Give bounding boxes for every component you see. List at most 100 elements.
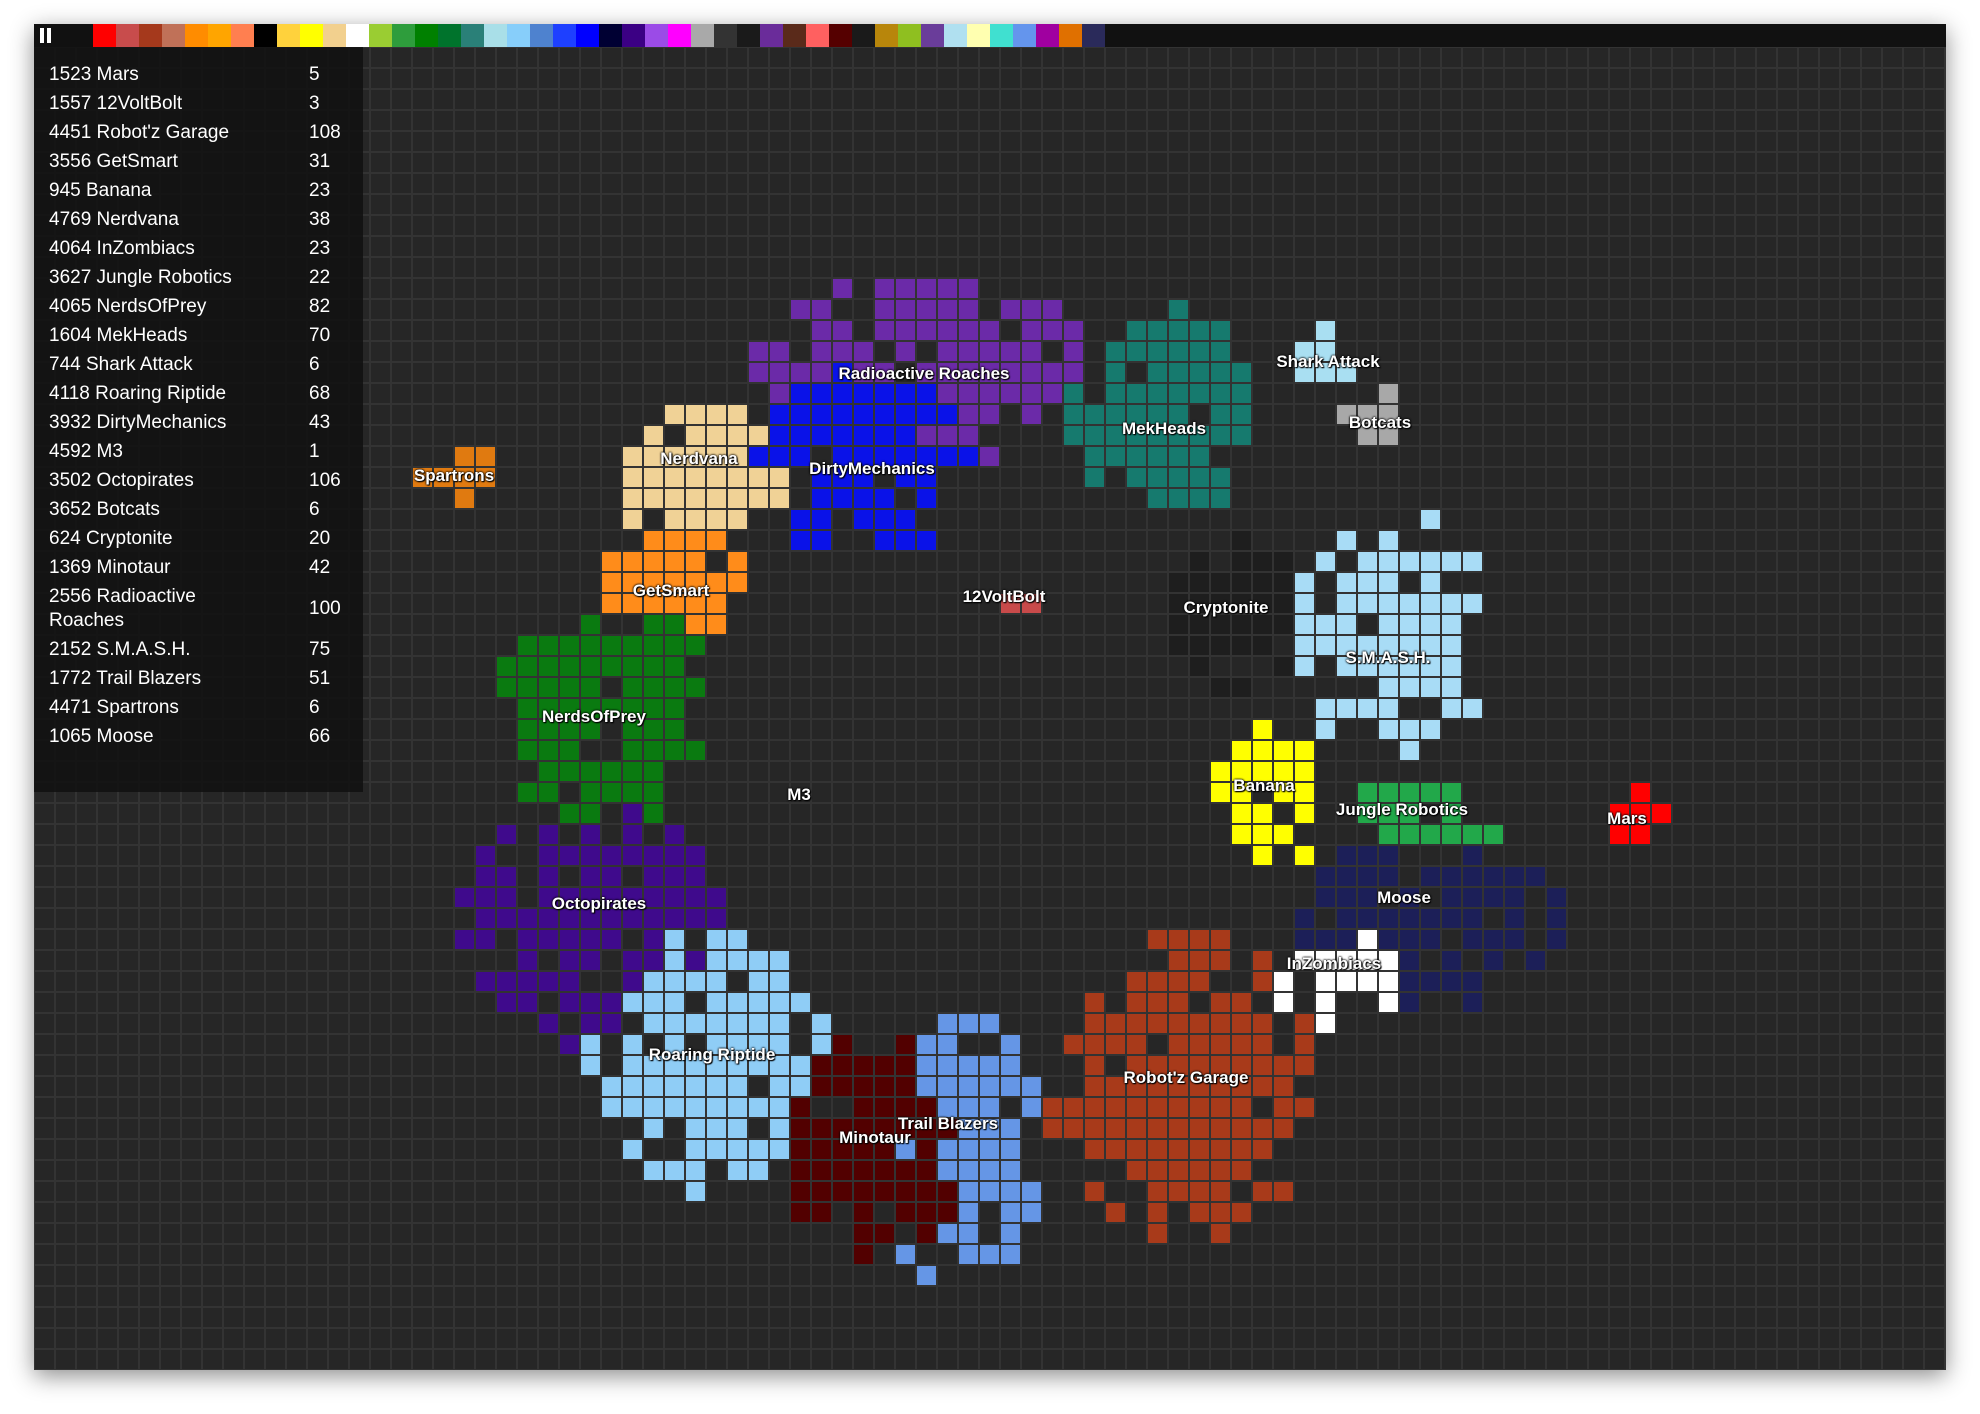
team-territory: [455, 804, 726, 1054]
palette-swatch[interactable]: [852, 24, 875, 47]
palette-swatch[interactable]: [898, 24, 921, 47]
palette-swatch[interactable]: [208, 24, 231, 47]
team-pixel: [686, 510, 705, 529]
team-score: 42: [309, 557, 331, 578]
palette-swatch[interactable]: [461, 24, 484, 47]
palette-swatch[interactable]: [714, 24, 737, 47]
palette-swatch[interactable]: [576, 24, 599, 47]
palette-swatch[interactable]: [484, 24, 507, 47]
team-pixel: [1358, 783, 1377, 802]
team-pixel: [707, 1077, 726, 1096]
team-pixel: [644, 1014, 663, 1033]
palette-swatch[interactable]: [93, 24, 116, 47]
palette-swatch[interactable]: [185, 24, 208, 47]
team-pixel: [1211, 951, 1230, 970]
team-pixel: [1148, 468, 1167, 487]
palette-swatch[interactable]: [829, 24, 852, 47]
team-pixel: [875, 1077, 894, 1096]
team-pixel: [938, 384, 957, 403]
team-pixel: [959, 1245, 978, 1264]
team-pixel: [623, 552, 642, 571]
palette-swatch[interactable]: [369, 24, 392, 47]
palette-swatch[interactable]: [116, 24, 139, 47]
team-pixel: [917, 1056, 936, 1075]
palette-swatch[interactable]: [1036, 24, 1059, 47]
palette-swatch[interactable]: [990, 24, 1013, 47]
team-pixel: [1169, 573, 1188, 592]
team-pixel: [1127, 321, 1146, 340]
palette-swatch[interactable]: [1013, 24, 1036, 47]
palette-swatch[interactable]: [300, 24, 323, 47]
team-pixel: [1337, 636, 1356, 655]
palette-swatch[interactable]: [323, 24, 346, 47]
palette-swatch[interactable]: [875, 24, 898, 47]
team-pixel: [1211, 1203, 1230, 1222]
team-pixel: [770, 468, 789, 487]
team-pixel: [539, 867, 558, 886]
palette-swatch[interactable]: [415, 24, 438, 47]
palette-swatch[interactable]: [737, 24, 760, 47]
team-pixel: [980, 447, 999, 466]
palette-swatch[interactable]: [1082, 24, 1105, 47]
palette-swatch[interactable]: [507, 24, 530, 47]
team-pixel: [644, 594, 663, 613]
palette-swatch[interactable]: [967, 24, 990, 47]
palette-swatch[interactable]: [1059, 24, 1082, 47]
team-pixel: [1169, 1182, 1188, 1201]
team-pixel: [1232, 804, 1251, 823]
team-pixel: [1337, 657, 1356, 676]
palette-swatch[interactable]: [783, 24, 806, 47]
team-pixel: [1148, 405, 1167, 424]
team-pixel: [1190, 489, 1209, 508]
palette-swatch[interactable]: [599, 24, 622, 47]
team-pixel: [1379, 825, 1398, 844]
team-pixel: [980, 1014, 999, 1033]
team-score: 6: [309, 499, 320, 520]
palette-swatch[interactable]: [806, 24, 829, 47]
palette-swatch[interactable]: [530, 24, 553, 47]
team-pixel: [602, 762, 621, 781]
team-pixel: [581, 720, 600, 739]
palette-swatch[interactable]: [254, 24, 277, 47]
pause-button[interactable]: [34, 24, 57, 47]
team-pixel: [1232, 1035, 1251, 1054]
team-pixel: [1169, 447, 1188, 466]
team-pixel: [833, 1140, 852, 1159]
team-pixel: [833, 321, 852, 340]
team-pixel: [623, 1140, 642, 1159]
team-name: 4471 Spartrons: [49, 697, 179, 718]
palette-swatch[interactable]: [346, 24, 369, 47]
palette-swatch[interactable]: [944, 24, 967, 47]
palette-swatch[interactable]: [645, 24, 668, 47]
palette-swatch[interactable]: [438, 24, 461, 47]
team-pixel: [1463, 993, 1482, 1012]
team-pixel: [1274, 972, 1293, 991]
palette-swatch[interactable]: [392, 24, 415, 47]
team-pixel: [665, 972, 684, 991]
team-pixel: [1274, 741, 1293, 760]
team-pixel: [1190, 1014, 1209, 1033]
team-pixel: [1190, 657, 1209, 676]
team-pixel: [707, 1119, 726, 1138]
palette-swatch[interactable]: [691, 24, 714, 47]
palette-swatch[interactable]: [231, 24, 254, 47]
palette-swatch[interactable]: [668, 24, 691, 47]
team-pixel: [1211, 1014, 1230, 1033]
palette-swatch[interactable]: [553, 24, 576, 47]
leaderboard: 1523 Mars 5 1557 12VoltBolt 3 4451 Robot'z G…: [34, 47, 363, 792]
palette-swatch[interactable]: [277, 24, 300, 47]
team-pixel: [1211, 1098, 1230, 1117]
team-pixel: [518, 993, 537, 1012]
team-score: 51: [309, 668, 331, 689]
palette-swatch[interactable]: [622, 24, 645, 47]
palette-swatch[interactable]: [139, 24, 162, 47]
palette-swatch[interactable]: [921, 24, 944, 47]
team-pixel: [686, 1182, 705, 1201]
team-pixel: [497, 867, 516, 886]
team-pixel: [707, 930, 726, 949]
palette-swatch[interactable]: [162, 24, 185, 47]
team-pixel: [854, 384, 873, 403]
team-pixel: [959, 1140, 978, 1159]
palette-swatch[interactable]: [760, 24, 783, 47]
team-pixel: [1169, 951, 1188, 970]
